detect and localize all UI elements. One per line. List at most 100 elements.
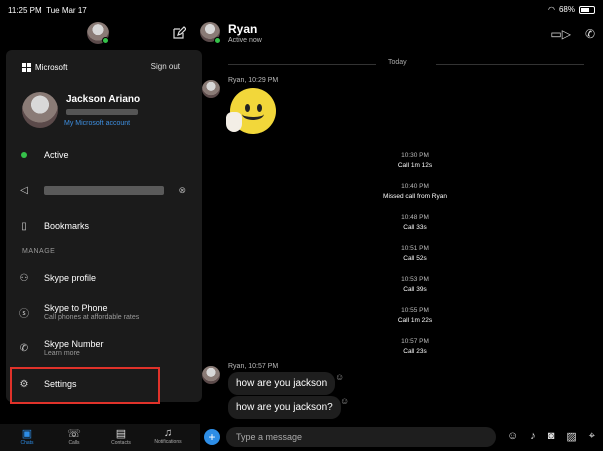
message-composer: + ☺ ♪ ◙ ▨ ⌖ <box>200 424 603 451</box>
menu-item-active-label: Active <box>44 150 69 160</box>
settings-highlight-box <box>10 367 160 404</box>
microsoft-label: Microsoft <box>35 63 68 72</box>
composer-actions: ☺ ♪ ◙ ▨ ⌖ <box>507 430 595 443</box>
menu-item-mood[interactable]: ◁ ⊗ <box>16 176 198 204</box>
status-time: 11:25 PM Tue Mar 17 <box>8 6 87 15</box>
skype-to-phone-subtitle: Call phones at affordable rates <box>44 314 140 321</box>
presence-dot <box>102 37 109 44</box>
menu-item-bookmarks-label: Bookmarks <box>44 221 90 231</box>
microphone-icon[interactable]: ♪ <box>530 430 536 443</box>
chat-header-actions: ▭▷ ✆ <box>550 27 595 41</box>
camera-icon[interactable]: ◙ <box>548 430 555 443</box>
profile-email-redacted <box>66 109 138 115</box>
microsoft-squares-icon <box>22 63 31 72</box>
call-log-item: 10:55 PM Call 1m 22s <box>340 307 490 324</box>
message-meta: Ryan, 10:57 PM <box>228 363 279 370</box>
tab-calls[interactable]: ☏ Calls <box>51 427 97 446</box>
skype-to-phone-label: Skype to Phone <box>44 303 108 313</box>
call-detail: Call 1m 12s <box>397 162 433 169</box>
message-bubble[interactable]: how are you jackson <box>228 372 336 395</box>
chat-contact-status: Active now <box>228 37 262 44</box>
menu-item-skype-profile[interactable]: ⚇ Skype profile <box>16 264 198 292</box>
clear-mood-icon[interactable]: ⊗ <box>178 185 186 196</box>
tab-contacts-label: Contacts <box>111 440 131 446</box>
call-detail: Call 1m 22s <box>397 317 433 324</box>
add-reaction-icon[interactable]: ☺ <box>340 396 349 406</box>
phone-icon: ☏ <box>67 428 81 440</box>
add-content-button[interactable]: + <box>204 429 220 445</box>
menu-item-skype-to-phone-text: Skype to Phone Call phones at affordable… <box>44 303 139 321</box>
bottom-tab-bar: ▣ Chats ☏ Calls ▤ Contacts ♫ Notificatio… <box>0 424 200 451</box>
phone-number-icon: ✆ <box>19 342 29 354</box>
megaphone-icon: ◁ <box>20 184 28 196</box>
call-time: 10:48 PM <box>401 214 429 221</box>
microsoft-logo: Microsoft <box>22 63 67 72</box>
call-log-item: 10:51 PM Call 52s <box>340 245 490 262</box>
battery-percent: 68% <box>558 5 575 14</box>
skype-credit-icon: ⓢ <box>19 308 29 320</box>
contacts-icon: ▤ <box>115 428 127 440</box>
menu-item-active[interactable]: Active <box>16 141 198 169</box>
call-time: 10:53 PM <box>401 276 429 283</box>
call-time: 10:55 PM <box>401 307 429 314</box>
waving-hand-icon <box>226 112 242 132</box>
divider-line-left <box>228 64 376 65</box>
menu-item-skype-profile-label: Skype profile <box>44 273 97 283</box>
call-detail: Call 52s <box>403 255 427 262</box>
message-input[interactable] <box>226 427 496 447</box>
bell-icon: ♫ <box>163 427 173 439</box>
menu-item-skype-to-phone[interactable]: ⓢ Skype to Phone Call phones at affordab… <box>16 298 198 326</box>
status-bar: 11:25 PM Tue Mar 17 ◠ 68% <box>0 0 603 20</box>
presence-active-icon <box>16 150 32 161</box>
call-log-item: 10:48 PM Call 33s <box>340 214 490 231</box>
skype-number-subtitle: Learn more <box>44 350 80 357</box>
tab-chats[interactable]: ▣ Chats <box>4 427 50 446</box>
call-time: 10:30 PM <box>401 152 429 159</box>
tab-contacts[interactable]: ▤ Contacts <box>98 427 144 446</box>
message-bubble[interactable]: how are you jackson? <box>228 396 341 419</box>
tab-notifications-label: Notifications <box>154 439 182 445</box>
message-avatar <box>202 80 220 98</box>
tab-calls-label: Calls <box>68 440 80 446</box>
call-time: 10:40 PM <box>401 183 429 190</box>
call-log-item: 10:40 PM Missed call from Ryan <box>340 183 490 200</box>
menu-item-skype-number[interactable]: ✆ Skype Number Learn more <box>16 334 198 362</box>
skype-number-label: Skype Number <box>44 339 104 349</box>
call-time: 10:51 PM <box>401 245 429 252</box>
status-right: ◠ 68% <box>548 5 595 14</box>
menu-item-bookmarks[interactable]: ▯ Bookmarks <box>16 212 198 240</box>
bookmark-icon: ▯ <box>21 220 27 232</box>
account-menu: Microsoft Sign out Jackson Ariano My Mic… <box>6 50 202 402</box>
call-detail: Call 23s <box>403 348 427 355</box>
chat-contact-name[interactable]: Ryan <box>228 22 257 36</box>
sign-out-link[interactable]: Sign out <box>151 62 180 71</box>
call-detail: Missed call from Ryan <box>383 193 447 200</box>
call-detail: Call 39s <box>403 286 427 293</box>
location-icon[interactable]: ⌖ <box>589 430 595 443</box>
message-meta: Ryan, 10:29 PM <box>228 77 279 84</box>
call-log-item: 10:53 PM Call 39s <box>340 276 490 293</box>
date-divider: Today <box>388 59 407 66</box>
contact-presence-dot <box>214 37 221 44</box>
battery-icon <box>579 5 595 14</box>
my-microsoft-account-link[interactable]: My Microsoft account <box>64 120 130 127</box>
section-manage-heading: MANAGE <box>22 248 56 255</box>
call-log-item: 10:30 PM Call 1m 12s <box>340 152 490 169</box>
chat-icon: ▣ <box>21 428 33 440</box>
mood-message-redacted <box>44 185 164 195</box>
image-icon[interactable]: ▨ <box>566 430 576 443</box>
call-log-item: 10:57 PM Call 23s <box>340 338 490 355</box>
menu-item-skype-number-text: Skype Number Learn more <box>44 339 104 357</box>
call-detail: Call 33s <box>403 224 427 231</box>
divider-line-right <box>436 64 584 65</box>
audio-call-icon[interactable]: ✆ <box>585 27 595 41</box>
compose-icon[interactable] <box>172 26 186 40</box>
tab-chats-label: Chats <box>20 440 34 446</box>
emoji-icon[interactable]: ☺ <box>507 430 518 443</box>
message-avatar <box>202 366 220 384</box>
call-time: 10:57 PM <box>401 338 429 345</box>
profile-avatar <box>22 92 58 128</box>
video-call-icon[interactable]: ▭▷ <box>550 27 571 41</box>
tab-notifications[interactable]: ♫ Notifications <box>145 427 191 445</box>
add-reaction-icon[interactable]: ☺ <box>335 372 344 382</box>
